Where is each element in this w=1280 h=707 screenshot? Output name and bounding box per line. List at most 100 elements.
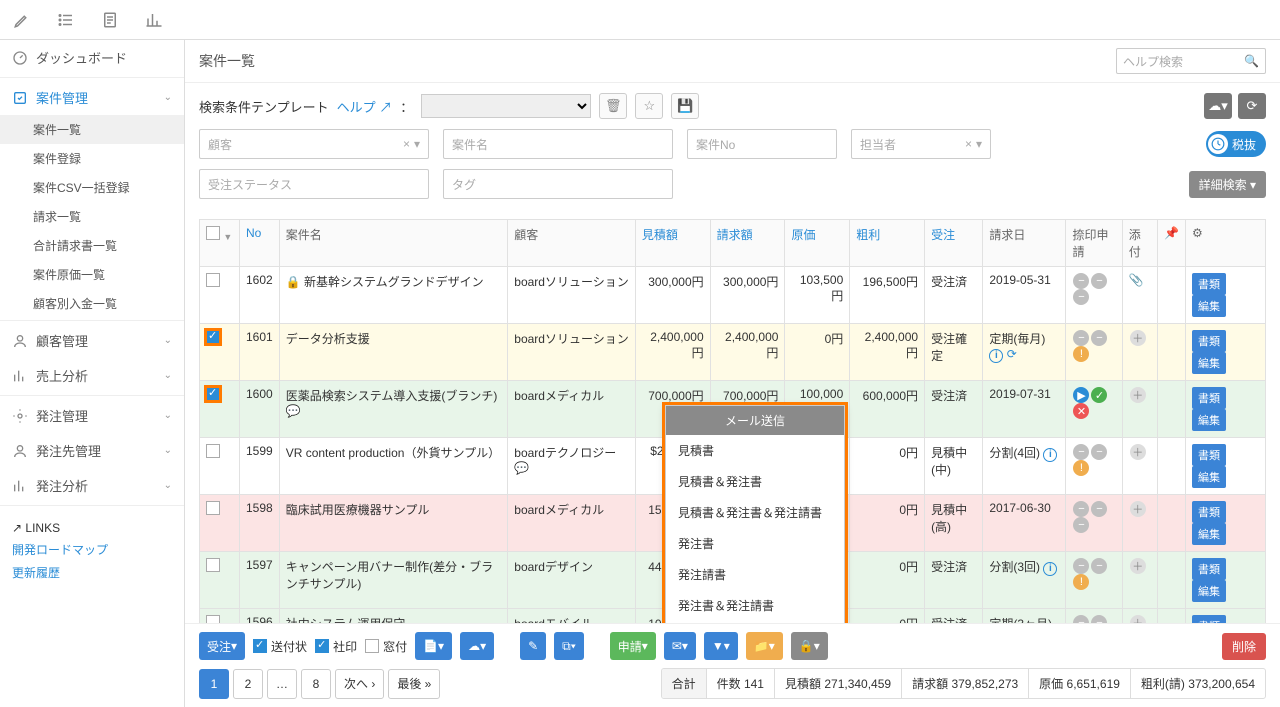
column-header[interactable]: 請求額: [710, 220, 785, 267]
name-cell[interactable]: 🔒 新基幹システムグランドデザイン: [279, 267, 508, 324]
column-header[interactable]: 粗利: [850, 220, 925, 267]
status-dot[interactable]: ✓: [1091, 387, 1107, 403]
template-delete-button[interactable]: 🗑: [599, 93, 627, 119]
cloud-dropdown[interactable]: ☁▾: [460, 632, 494, 660]
status-dot[interactable]: −: [1091, 558, 1107, 574]
dropdown-item[interactable]: 発注請書: [666, 559, 844, 590]
gear-icon[interactable]: ⚙: [1192, 226, 1203, 240]
info-icon[interactable]: i: [1043, 562, 1057, 576]
order-button[interactable]: 受注 ▾: [199, 632, 245, 660]
dropdown-item[interactable]: 発注書＆発注請書: [666, 590, 844, 621]
delete-button[interactable]: 削除: [1222, 633, 1266, 660]
chart-icon[interactable]: [144, 10, 164, 30]
name-cell[interactable]: キャンペーン用バナー制作(差分・ブランチサンプル): [279, 552, 508, 609]
status-dot[interactable]: −: [1091, 615, 1107, 623]
doc-button[interactable]: 書類: [1192, 444, 1226, 466]
column-header[interactable]: 受注: [925, 220, 983, 267]
template-save-button[interactable]: 💾: [671, 93, 699, 119]
edit-button[interactable]: 編集: [1192, 295, 1226, 317]
column-header[interactable]: 見積額: [635, 220, 710, 267]
page-8[interactable]: 8: [301, 669, 331, 699]
lock-dropdown[interactable]: 🔒▾: [791, 632, 828, 660]
dropdown-item[interactable]: 納品書: [666, 621, 844, 623]
tax-toggle[interactable]: 税抜: [1206, 131, 1266, 157]
filter-project-no[interactable]: 案件No: [687, 129, 837, 159]
row-checkbox[interactable]: [206, 330, 220, 344]
sidebar-sub-item[interactable]: 合計請求書一覧: [0, 231, 184, 260]
edit-action[interactable]: ✎: [520, 632, 546, 660]
status-dot[interactable]: !: [1073, 460, 1089, 476]
doc-button[interactable]: 書類: [1192, 615, 1226, 623]
sidebar-uriage[interactable]: 売上分析⌄: [0, 358, 184, 393]
column-header[interactable]: 原価: [785, 220, 850, 267]
status-dot[interactable]: −: [1073, 444, 1089, 460]
filter-customer[interactable]: 顧客×▾: [199, 129, 429, 159]
page-2[interactable]: 2: [233, 669, 263, 699]
clip-icon[interactable]: 📎: [1129, 273, 1144, 287]
status-dot[interactable]: −: [1091, 444, 1107, 460]
filter-assignee[interactable]: 担当者×▾: [851, 129, 991, 159]
status-dot[interactable]: −: [1091, 330, 1107, 346]
link-changelog[interactable]: 更新履歴: [12, 566, 60, 580]
advanced-search-button[interactable]: 詳細検索 ▾: [1189, 171, 1266, 198]
folder-dropdown[interactable]: 📁▾: [746, 632, 783, 660]
sidebar-sub-item[interactable]: 請求一覧: [0, 202, 184, 231]
dropdown-item[interactable]: 見積書＆発注書＆発注請書: [666, 497, 844, 528]
name-cell[interactable]: 医薬品検索システム導入支援(ブランチ) 💬: [279, 381, 508, 438]
refresh-icon[interactable]: ⟳: [1007, 347, 1017, 361]
status-dot[interactable]: −: [1073, 501, 1089, 517]
status-dot[interactable]: −: [1073, 273, 1089, 289]
filter-order-status[interactable]: 受注ステータス: [199, 169, 429, 199]
soufu-checkbox[interactable]: 送付状: [253, 638, 307, 655]
doc-button[interactable]: 書類: [1192, 387, 1226, 409]
status-dot[interactable]: −: [1091, 273, 1107, 289]
doc-button[interactable]: 書類: [1192, 558, 1226, 580]
page-1[interactable]: 1: [199, 669, 229, 699]
row-checkbox[interactable]: [206, 273, 220, 287]
sidebar-hatchu-bunseki[interactable]: 発注分析⌄: [0, 468, 184, 503]
shain-checkbox[interactable]: 社印: [315, 638, 357, 655]
template-favorite-button[interactable]: ☆: [635, 93, 663, 119]
sidebar-hatchu[interactable]: 発注管理⌄: [0, 398, 184, 433]
dropdown-item[interactable]: 見積書＆発注書: [666, 466, 844, 497]
status-dot[interactable]: −: [1073, 615, 1089, 623]
name-cell[interactable]: データ分析支援: [279, 324, 508, 381]
sidebar-sub-item[interactable]: 顧客別入金一覧: [0, 289, 184, 318]
link-roadmap[interactable]: 開発ロードマップ: [12, 543, 108, 557]
template-select[interactable]: [421, 94, 591, 118]
column-header[interactable]: No: [240, 220, 280, 267]
template-help-link[interactable]: ヘルプ ↗: [337, 97, 393, 116]
row-checkbox[interactable]: [206, 444, 220, 458]
select-all-checkbox[interactable]: [206, 226, 220, 240]
add-attachment[interactable]: ＋: [1130, 444, 1146, 460]
status-dot[interactable]: ✕: [1073, 403, 1089, 419]
name-cell[interactable]: VR content production（外貨サンプル）: [279, 438, 508, 495]
dropdown-item[interactable]: 見積書: [666, 435, 844, 466]
status-dot[interactable]: −: [1091, 501, 1107, 517]
apply-button[interactable]: 申請▾: [610, 632, 656, 660]
edit-button[interactable]: 編集: [1192, 580, 1226, 602]
status-dot[interactable]: −: [1073, 330, 1089, 346]
sidebar-anken-mgmt[interactable]: 案件管理 ⌄: [0, 80, 184, 115]
add-attachment[interactable]: ＋: [1130, 558, 1146, 574]
doc-button[interactable]: 書類: [1192, 330, 1226, 352]
mail-dropdown[interactable]: ✉▾: [664, 632, 696, 660]
doc-button[interactable]: 書類: [1192, 501, 1226, 523]
info-icon[interactable]: i: [989, 349, 1003, 363]
edit-button[interactable]: 編集: [1192, 409, 1226, 431]
filter-tag[interactable]: タグ: [443, 169, 673, 199]
status-dot[interactable]: −: [1073, 289, 1089, 305]
row-checkbox[interactable]: [206, 501, 220, 515]
row-checkbox[interactable]: [206, 615, 220, 623]
sidebar-kokyaku[interactable]: 顧客管理⌄: [0, 323, 184, 358]
document-icon[interactable]: [100, 10, 120, 30]
sidebar-sub-item[interactable]: 案件原価一覧: [0, 260, 184, 289]
sidebar-dashboard[interactable]: ダッシュボード: [0, 40, 184, 75]
add-attachment[interactable]: ＋: [1130, 615, 1146, 623]
status-dot[interactable]: !: [1073, 574, 1089, 590]
status-dot[interactable]: −: [1073, 558, 1089, 574]
add-attachment[interactable]: ＋: [1130, 387, 1146, 403]
row-checkbox[interactable]: [206, 558, 220, 572]
sidebar-hatchusaki[interactable]: 発注先管理⌄: [0, 433, 184, 468]
pencil-icon[interactable]: [12, 10, 32, 30]
